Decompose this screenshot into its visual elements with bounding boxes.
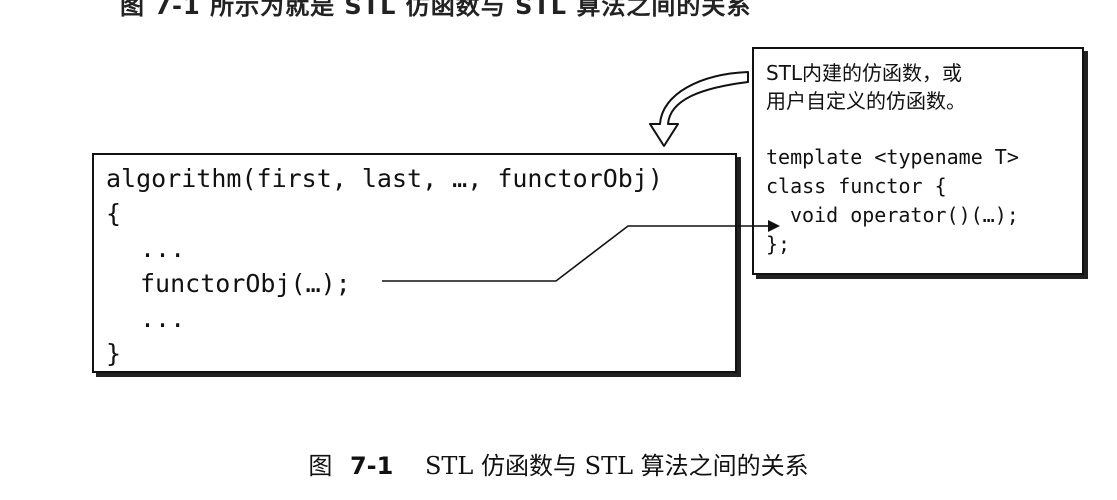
figure-caption: 图 7-1 STL 仿函数与 STL 算法之间的关系 — [0, 446, 1117, 481]
functor-note-line-1: STL内建的仿函数，或 — [766, 61, 963, 85]
ellipsis-line-top: ... — [140, 234, 186, 263]
operator-line: void operator()(…); — [790, 203, 1019, 227]
curved-arrow-icon — [649, 71, 749, 147]
functor-definition-box: STL内建的仿函数，或 用户自定义的仿函数。 template <typenam… — [752, 47, 1084, 275]
class-line: class functor { — [766, 174, 947, 198]
caption-prefix: 图 — [308, 452, 333, 480]
open-brace-line: { — [106, 199, 122, 228]
top-clipped-text: 图 7-1 所示为就是 STL 仿函数与 STL 算法之间的关系 — [120, 0, 752, 20]
template-line: template <typename T> — [766, 145, 1019, 169]
algorithm-signature-line: algorithm(first, last, …, functorObj) — [106, 164, 663, 193]
class-close-line: }; — [766, 232, 791, 256]
caption-text: STL 仿函数与 STL 算法之间的关系 — [424, 452, 809, 480]
close-brace-line: } — [106, 339, 122, 368]
caption-figure-number: 7-1 — [349, 452, 394, 480]
functor-call-line: functorObj(…); — [140, 269, 351, 298]
algorithm-code-box: algorithm(first, last, …, functorObj) { … — [92, 153, 737, 373]
ellipsis-line-bottom: ... — [140, 304, 186, 333]
functor-note-line-2: 用户自定义的仿函数。 — [766, 89, 966, 113]
